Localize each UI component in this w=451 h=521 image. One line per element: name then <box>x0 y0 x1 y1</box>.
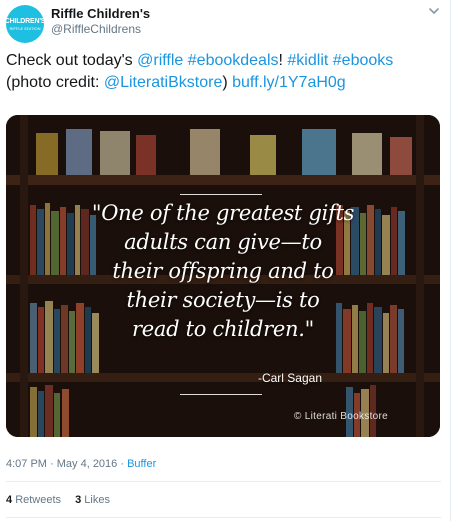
quote-line: their society—is to <box>126 288 320 312</box>
tweet-metadata: 4:07 PM · May 4, 2016 · Buffer <box>6 458 156 470</box>
quote-author: -Carl Sagan <box>257 371 322 385</box>
likes-count: 3 <box>75 494 82 506</box>
hashtag-link[interactable]: #kidlit <box>287 52 328 69</box>
meta-separator: · <box>46 458 57 470</box>
tweet-card: CHILDREN'S RIFFLE EDITION Riffle Childre… <box>0 0 451 521</box>
quote-line: adults can give—to <box>124 230 322 254</box>
source-link[interactable]: Buffer <box>127 458 156 470</box>
avatar-subtext: RIFFLE EDITION <box>9 25 41 31</box>
mention-link[interactable]: @LiteratiBkstore <box>104 74 223 91</box>
retweets-label: Retweets <box>15 494 62 506</box>
likes-stat[interactable]: 3 Likes <box>75 494 110 506</box>
meta-separator: · <box>117 458 128 470</box>
tweet-text-part: Check out today's <box>6 52 138 69</box>
photo-credit: © Literati Bookstore <box>294 411 388 422</box>
account-name[interactable]: Riffle Children's <box>51 6 150 21</box>
retweets-stat[interactable]: 4 Retweets <box>6 494 61 506</box>
quote-line: "One of the greatest gifts <box>91 201 355 225</box>
retweets-count: 4 <box>6 494 13 506</box>
tweet-stats: 4 Retweets 3 Likes <box>6 494 121 506</box>
tweet-text-part: (photo credit: <box>6 74 104 91</box>
url-link[interactable]: buff.ly/1Y7aH0g <box>232 74 346 91</box>
tweet-date[interactable]: May 4, 2016 <box>57 458 118 470</box>
hashtag-link[interactable]: #ebookdeals <box>188 52 279 69</box>
tweet-text: Check out today's @riffle #ebookdeals! #… <box>6 50 441 94</box>
mention-link[interactable]: @riffle <box>137 52 183 69</box>
quote-line: read to children." <box>132 317 314 341</box>
tweet-time[interactable]: 4:07 PM <box>6 458 47 470</box>
account-handle[interactable]: @RiffleChildrens <box>51 22 141 36</box>
stats-divider-top <box>6 481 441 482</box>
stats-divider-bottom <box>6 517 441 518</box>
quote-text: "One of the greatest gifts adults can gi… <box>6 199 440 344</box>
chevron-down-icon[interactable] <box>427 4 441 18</box>
tweet-photo[interactable]: "One of the greatest gifts adults can gi… <box>6 115 440 437</box>
avatar-text: CHILDREN'S <box>4 17 46 25</box>
hashtag-link[interactable]: #ebooks <box>333 52 394 69</box>
tweet-text-part: ) <box>222 74 233 91</box>
divider-line <box>180 194 262 195</box>
quote-line: their offspring and to <box>112 259 334 283</box>
divider-line <box>180 394 262 395</box>
likes-label: Likes <box>84 494 110 506</box>
avatar[interactable]: CHILDREN'S RIFFLE EDITION <box>4 5 46 43</box>
